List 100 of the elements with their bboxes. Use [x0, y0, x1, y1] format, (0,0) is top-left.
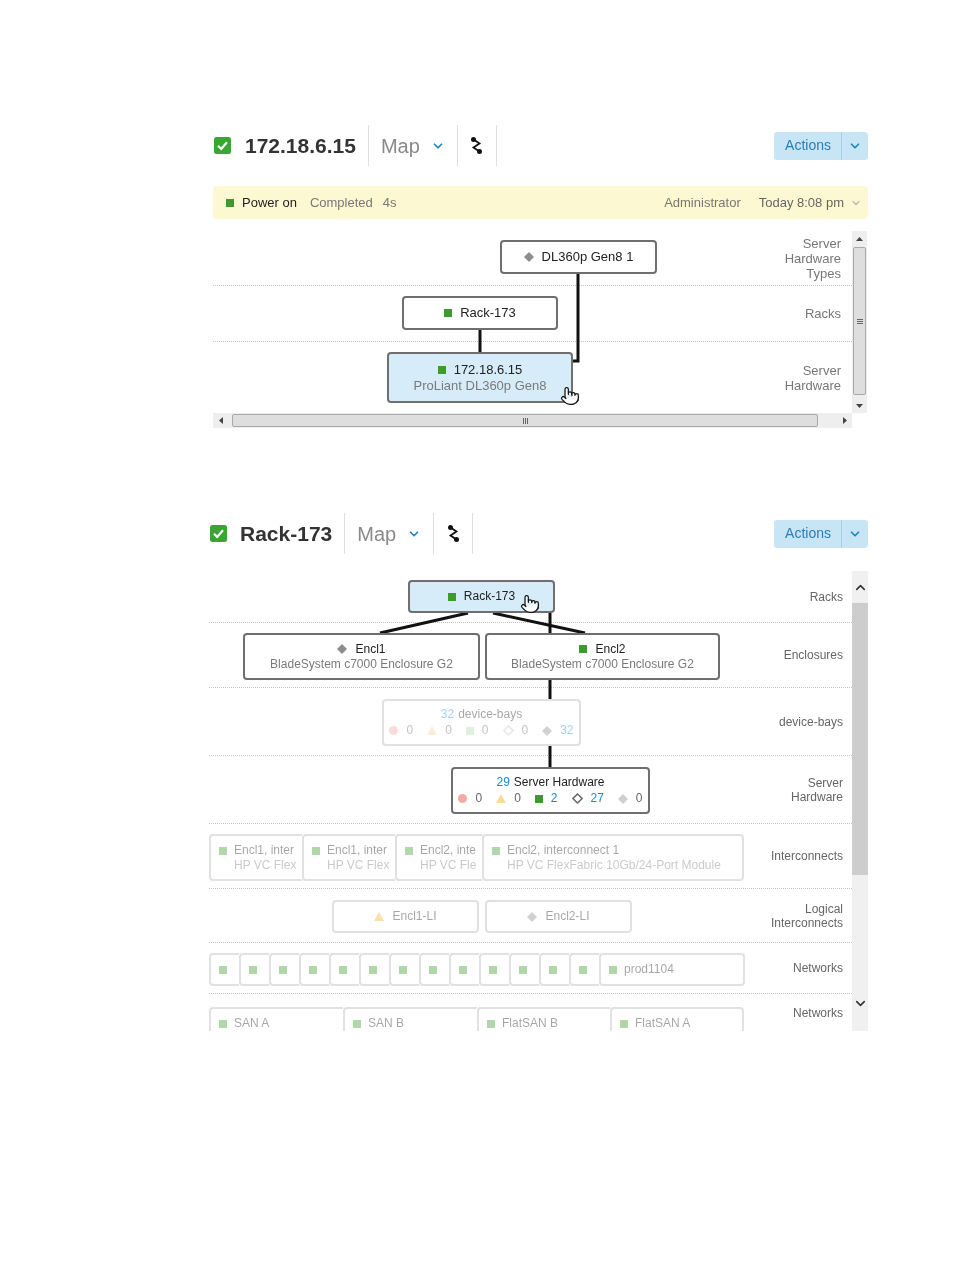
map-node[interactable]: [419, 953, 449, 986]
activity-duration: 4s: [382, 193, 397, 212]
relationship-button[interactable]: [433, 513, 474, 554]
node-name: Encl1, inter: [327, 843, 388, 858]
map-node[interactable]: Rack-173: [402, 296, 558, 330]
status-count: 0: [475, 791, 483, 806]
hand-cursor-icon: [520, 594, 540, 614]
view-selector[interactable]: Map: [367, 125, 457, 166]
map-node[interactable]: Encl1-LI: [332, 900, 479, 933]
node-name: Encl2-LI: [545, 909, 590, 924]
lane-label: Server Hardware Types: [783, 235, 841, 281]
node-name: Encl2, interconnect 1: [507, 843, 620, 858]
triangle-down-icon: [856, 403, 863, 408]
connector-line: [548, 746, 552, 767]
node-name: Encl2: [595, 641, 626, 657]
node-name: FlatSAN A: [635, 1016, 691, 1031]
map-node[interactable]: [269, 953, 299, 986]
status-count: 0: [406, 723, 414, 738]
map-node[interactable]: [449, 953, 479, 986]
node-name: Encl1-LI: [392, 909, 437, 924]
lane-label: Logical Interconnects: [769, 901, 843, 930]
node-name: SAN A: [234, 1016, 270, 1031]
node-name: prod1104: [624, 962, 674, 977]
lane-label: Interconnects: [769, 849, 843, 863]
node-name: DL360p Gen8 1: [541, 249, 634, 265]
triangle-right-icon: [842, 417, 847, 424]
grip-lines-icon: [856, 318, 863, 324]
vertical-scrollbar[interactable]: [852, 571, 868, 1031]
map-node[interactable]: [569, 953, 599, 986]
status-count[interactable]: 27: [590, 791, 604, 806]
triangle-left-icon: [218, 417, 223, 424]
map-node[interactable]: Encl2 BladeSystem c7000 Enclosure G2: [485, 633, 720, 680]
activity-time: Today 8:08 pm: [758, 193, 844, 212]
node-name: Encl1, inter: [234, 843, 295, 858]
lane-label: Networks: [792, 1005, 843, 1020]
map-node[interactable]: [329, 953, 359, 986]
lane-label: device-bays: [777, 714, 843, 729]
lane-label: Networks: [792, 961, 843, 975]
actions-button[interactable]: Actions: [774, 131, 841, 160]
map-node[interactable]: FlatSAN B: [477, 1007, 610, 1031]
actions-menu-button[interactable]: [841, 131, 868, 160]
node-link-icon: [447, 525, 459, 542]
node-model: BladeSystem c7000 Enclosure G2: [511, 656, 694, 672]
page-title: 172.18.6.15: [245, 132, 356, 159]
node-name: 172.18.6.15: [453, 361, 523, 378]
map-node[interactable]: Encl2-LI: [485, 900, 632, 933]
scrollbar-thumb[interactable]: [853, 247, 866, 395]
status-count[interactable]: 2: [550, 791, 558, 806]
map-node[interactable]: 172.18.6.15 ProLiant DL360p Gen8: [387, 352, 573, 403]
status-count: 0: [481, 723, 489, 738]
map-node[interactable]: [359, 953, 389, 986]
activity-user: Administrator: [664, 193, 741, 212]
lane-label: Enclosures: [782, 648, 843, 662]
status-count: 0: [445, 723, 452, 738]
node-name: Server Hardware: [513, 775, 605, 790]
hand-cursor-icon: [560, 386, 580, 406]
map-node[interactable]: [509, 953, 539, 986]
map-node[interactable]: [299, 953, 329, 986]
status-count: 0: [521, 723, 529, 738]
lane-label: Racks: [803, 306, 841, 321]
actions-menu-button[interactable]: [841, 519, 868, 548]
map-node[interactable]: DL360p Gen8 1: [500, 240, 657, 274]
status-count: 0: [514, 791, 521, 806]
page-title: Rack-173: [240, 520, 333, 547]
scrollbar-thumb[interactable]: [852, 603, 868, 875]
node-link-icon: [471, 137, 483, 154]
node-name: device-bays: [458, 707, 523, 722]
map-node[interactable]: Rack-173: [408, 580, 555, 613]
node-model: BladeSystem c7000 Enclosure G2: [270, 656, 453, 672]
node-name: Encl2, inte: [420, 843, 477, 858]
map-node[interactable]: [239, 953, 269, 986]
activity-name: Power on: [242, 193, 297, 212]
map-node[interactable]: Encl1 BladeSystem c7000 Enclosure G2: [243, 633, 480, 680]
map-node[interactable]: [479, 953, 509, 986]
horizontal-scrollbar[interactable]: [213, 413, 852, 428]
map-node[interactable]: [389, 953, 419, 986]
map-node[interactable]: SAN B: [343, 1007, 477, 1031]
map-node[interactable]: [209, 953, 239, 986]
activity-state: Completed: [309, 193, 373, 212]
view-selector[interactable]: Map: [344, 513, 434, 554]
map-node[interactable]: prod1104: [599, 953, 745, 986]
node-name: Rack-173: [460, 305, 516, 321]
vertical-scrollbar[interactable]: [852, 231, 867, 413]
map-node[interactable]: [539, 953, 569, 986]
node-name: SAN B: [368, 1016, 404, 1031]
triangle-up-icon: [856, 236, 863, 241]
map-node[interactable]: SAN A: [209, 1007, 343, 1031]
map-node[interactable]: 29 Server Hardware 0 0 2 27 0: [451, 767, 650, 814]
grip-lines-icon: [522, 417, 528, 424]
map-node[interactable]: FlatSAN A: [610, 1007, 744, 1031]
total-count[interactable]: 29: [496, 775, 510, 790]
actions-button[interactable]: Actions: [774, 519, 841, 548]
lane-label: Racks: [808, 589, 843, 604]
node-name: Rack-173: [463, 589, 516, 604]
relationship-button[interactable]: [456, 125, 497, 166]
node-name: FlatSAN B: [502, 1016, 558, 1031]
node-name: Encl1: [355, 641, 386, 657]
node-model: ProLiant DL360p Gen8: [413, 377, 547, 394]
connector-line: [548, 680, 552, 699]
scrollbar-thumb[interactable]: [232, 414, 818, 427]
